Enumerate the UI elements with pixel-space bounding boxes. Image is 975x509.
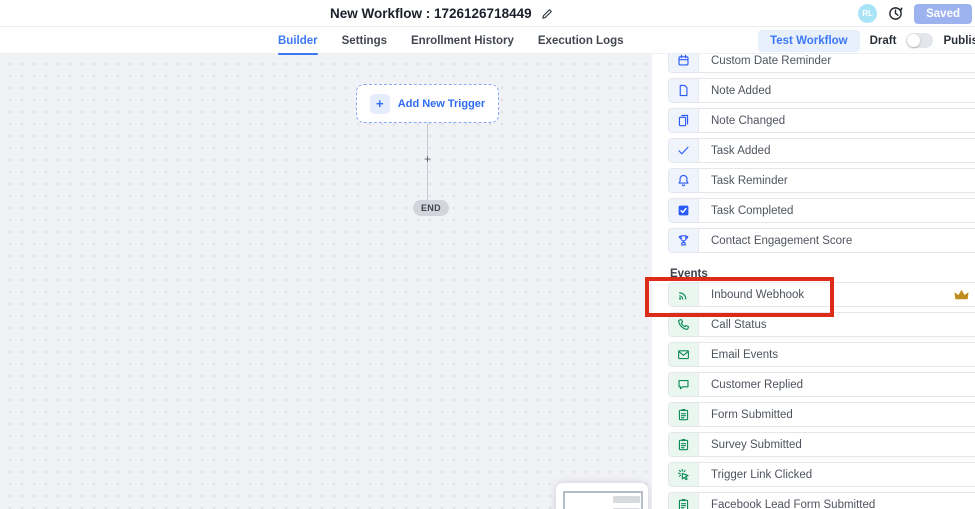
trophy-icon (669, 229, 699, 252)
trigger-item-label: Trigger Link Clicked (699, 469, 812, 481)
clipboard-icon (669, 493, 699, 509)
saved-button[interactable]: Saved (914, 4, 972, 24)
trigger-item-label: Inbound Webhook (699, 289, 804, 301)
tabbar-right-controls: Test Workflow Draft Publish (758, 27, 975, 54)
plus-icon: + (370, 94, 390, 114)
draft-label: Draft (870, 35, 897, 47)
tab-bar: Builder Settings Enrollment History Exec… (0, 27, 975, 54)
title-wrap: New Workflow : 1726126718449 (330, 0, 553, 27)
envelope-icon (669, 343, 699, 366)
trigger-item-contact-engagement-score[interactable]: Contact Engagement Score (668, 228, 975, 253)
trigger-item-trigger-link-clicked[interactable]: Trigger Link Clicked (668, 462, 975, 487)
trigger-item-email-events[interactable]: Email Events (668, 342, 975, 367)
trigger-item-label: Call Status (699, 319, 767, 331)
trigger-item-customer-replied[interactable]: Customer Replied (668, 372, 975, 397)
trigger-item-task-completed[interactable]: Task Completed (668, 198, 975, 223)
tab-builder[interactable]: Builder (278, 27, 318, 54)
trigger-item-label: Facebook Lead Form Submitted (699, 499, 875, 509)
trigger-item-label: Customer Replied (699, 379, 803, 391)
workflow-canvas[interactable]: + Add New Trigger + END (0, 54, 652, 509)
crown-icon (954, 287, 969, 302)
add-step-plus-icon[interactable]: + (421, 153, 434, 166)
trigger-item-label: Note Added (699, 85, 771, 97)
trigger-item-label: Task Completed (699, 205, 793, 217)
phone-icon (669, 313, 699, 336)
toggle-knob (907, 34, 920, 47)
trigger-item-task-reminder[interactable]: Task Reminder (668, 168, 975, 193)
test-workflow-button[interactable]: Test Workflow (758, 30, 860, 52)
add-new-trigger-label: Add New Trigger (398, 98, 485, 110)
minimap-panel (556, 483, 648, 509)
header: New Workflow : 1726126718449 RL Saved (0, 0, 975, 27)
clipboard-icon (669, 433, 699, 456)
trigger-item-label: Note Changed (699, 115, 785, 127)
trigger-item-form-submitted[interactable]: Form Submitted (668, 402, 975, 427)
minimap-viewport (563, 491, 643, 509)
section-header-events: Events (670, 268, 708, 280)
workflow-title: New Workflow : 1726126718449 (330, 6, 532, 21)
cursor-click-icon (669, 463, 699, 486)
workflow-builder-app: + Add New Trigger + END Custom Date Remi… (0, 0, 975, 509)
note-icon (669, 79, 699, 102)
header-right-controls: RL Saved (858, 0, 972, 27)
webhook-icon (669, 283, 699, 306)
chat-icon (669, 373, 699, 396)
trigger-item-task-added[interactable]: Task Added (668, 138, 975, 163)
publish-label: Publish (943, 35, 975, 47)
end-node: END (413, 200, 449, 216)
tab-execution-logs[interactable]: Execution Logs (538, 27, 624, 54)
add-new-trigger-button[interactable]: + Add New Trigger (356, 84, 499, 123)
trigger-item-label: Survey Submitted (699, 439, 802, 451)
edit-title-pencil-icon[interactable] (541, 8, 553, 20)
trigger-item-label: Task Added (699, 145, 770, 157)
task-completed-icon (669, 199, 699, 222)
trigger-item-facebook-lead-form-submitted[interactable]: Facebook Lead Form Submitted (668, 492, 975, 509)
trigger-item-label: Email Events (699, 349, 778, 361)
trigger-item-inbound-webhook[interactable]: Inbound Webhook (668, 282, 975, 307)
trigger-item-label: Task Reminder (699, 175, 788, 187)
check-icon (669, 139, 699, 162)
trigger-item-label: Custom Date Reminder (699, 55, 831, 67)
trigger-list-panel: Custom Date Reminder Note Added Note Chang… (652, 0, 975, 509)
publish-toggle[interactable] (906, 33, 933, 48)
minimap-bar (613, 496, 640, 503)
trigger-item-survey-submitted[interactable]: Survey Submitted (668, 432, 975, 457)
avatar[interactable]: RL (858, 4, 877, 23)
bell-icon (669, 169, 699, 192)
clipboard-icon (669, 403, 699, 426)
history-clock-icon[interactable] (888, 6, 903, 21)
tabs: Builder Settings Enrollment History Exec… (278, 27, 624, 54)
note-changed-icon (669, 109, 699, 132)
trigger-item-label: Contact Engagement Score (699, 235, 852, 247)
trigger-item-label: Form Submitted (699, 409, 793, 421)
trigger-item-note-changed[interactable]: Note Changed (668, 108, 975, 133)
trigger-item-note-added[interactable]: Note Added (668, 78, 975, 103)
tab-enrollment-history[interactable]: Enrollment History (411, 27, 514, 54)
tab-settings[interactable]: Settings (342, 27, 387, 54)
trigger-item-call-status[interactable]: Call Status (668, 312, 975, 337)
